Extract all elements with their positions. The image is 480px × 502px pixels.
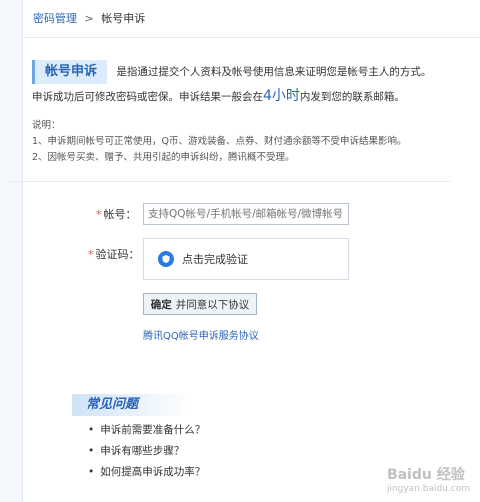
confirm-button[interactable]: 确定 并同意以下协议 (143, 293, 257, 315)
notes-title: 说明： (32, 120, 61, 131)
shield-icon (158, 251, 174, 267)
notes-item: 2、因帐号买卖、赠予、共用引起的申诉纠纷，腾讯概不受理。 (32, 152, 295, 163)
faq-title: 常见问题 (72, 394, 192, 416)
account-label: * 帐号： (96, 206, 137, 222)
intro-line2-suffix: 内发到您的联系邮箱。 (299, 91, 405, 103)
breadcrumb-separator: > (84, 12, 94, 25)
breadcrumb-current: 帐号申诉 (101, 12, 146, 25)
divider (10, 181, 450, 182)
account-label-text: 帐号： (103, 208, 137, 221)
required-mark: * (88, 248, 94, 261)
required-mark: * (96, 208, 102, 221)
faq-list: 申诉前需要准备什么？ 申诉有哪些步骤？ 如何提高申诉成功率？ (88, 420, 205, 483)
watermark-main: Baidu 经验 (386, 467, 465, 483)
intro-text: 帐号申诉 是指通过提交个人资料及帐号使用信息来证明您是帐号主人的方式。 申诉成功… (32, 60, 452, 107)
verify-label-text: 验证码： (95, 248, 140, 261)
notes-item: 1、申诉期间帐号可正常使用，Q币、游戏装备、点券、财付通余额等不受申诉结果影响。 (32, 136, 407, 147)
watermark-sub: jingyan.baidu.com (386, 484, 470, 494)
intro-line2: 申诉成功后可修改密码或密保。申诉结果一般会在4小时内发到您的联系邮箱。 (32, 86, 452, 107)
intro-line1: 是指通过提交个人资料及帐号使用信息来证明您是帐号主人的方式。 (116, 66, 432, 78)
breadcrumb: 密码管理 > 帐号申诉 (23, 0, 480, 38)
intro-badge: 帐号申诉 (32, 60, 108, 84)
account-input[interactable] (143, 203, 349, 225)
faq-item[interactable]: 申诉有哪些步骤？ (88, 441, 205, 462)
confirm-rest: 并同意以下协议 (175, 298, 250, 311)
captcha-button[interactable]: 点击完成验证 (143, 238, 349, 280)
breadcrumb-parent-link[interactable]: 密码管理 (33, 12, 77, 25)
watermark: Baidu 经验 jingyan.baidu.com (387, 464, 470, 494)
intro-highlight: 4小时 (263, 88, 300, 104)
faq-item[interactable]: 申诉前需要准备什么？ (88, 420, 205, 441)
intro-line2-prefix: 申诉成功后可修改密码或密保。申诉结果一般会在 (32, 91, 263, 103)
captcha-text: 点击完成验证 (182, 253, 248, 266)
agreement-link[interactable]: 腾讯QQ帐号申诉服务协议 (143, 327, 259, 342)
faq-item[interactable]: 如何提高申诉成功率？ (88, 462, 205, 483)
verify-label: * 验证码： (88, 246, 140, 262)
confirm-bold: 确定 (150, 298, 172, 311)
notes: 说明： 1、申诉期间帐号可正常使用，Q币、游戏装备、点券、财付通余额等不受申诉结… (32, 118, 452, 166)
